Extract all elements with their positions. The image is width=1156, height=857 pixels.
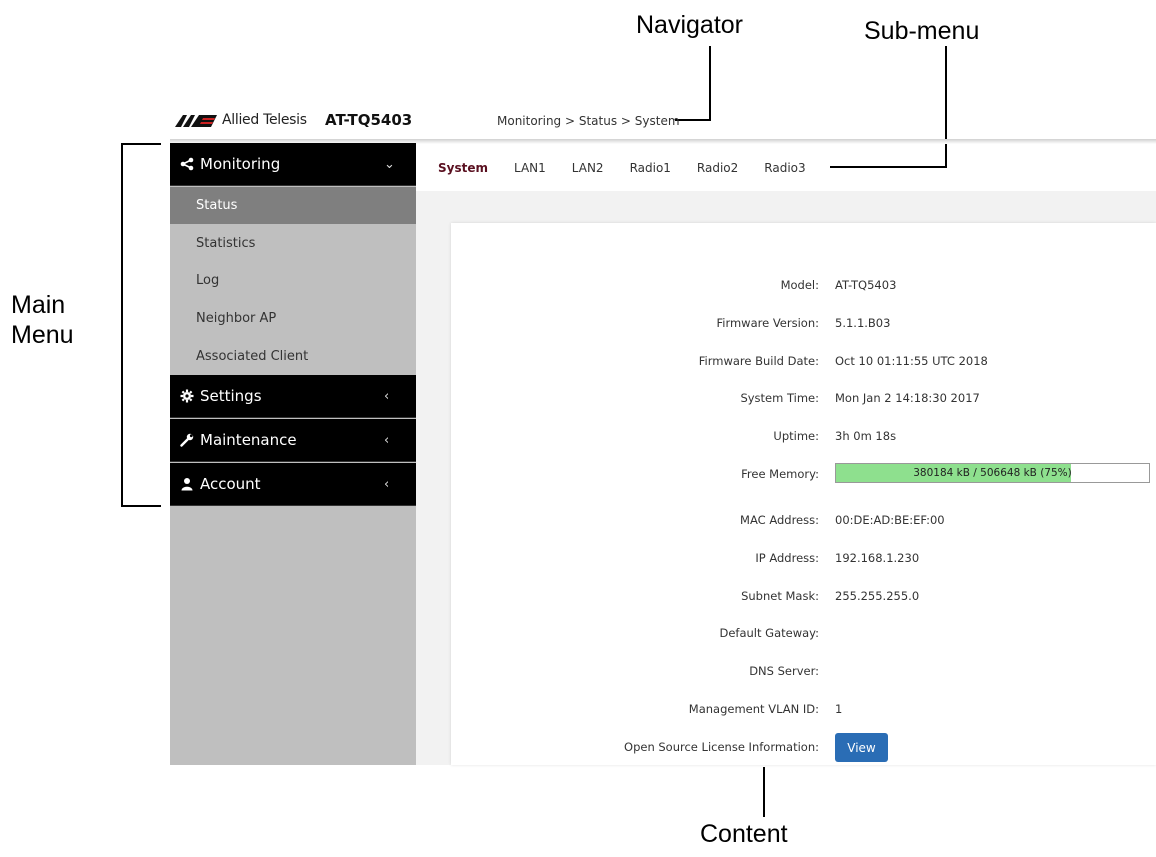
main-menu-callout-line2: Menu <box>11 321 74 349</box>
navigator-callout-line-h <box>675 119 711 121</box>
sidebar-item-status[interactable]: Status <box>170 187 416 224</box>
menu-settings[interactable]: Settings ‹ <box>170 375 416 418</box>
sub-menu-tabs: System LAN1 LAN2 Radio1 Radio2 Radio3 <box>438 161 832 175</box>
brand-name: Allied Telesis <box>222 112 307 128</box>
navigator-callout: Navigator <box>636 11 743 39</box>
menu-account-label: Account <box>200 475 261 493</box>
submenu-callout: Sub-menu <box>864 17 980 45</box>
management-vlan-value: 1 <box>835 702 843 716</box>
content-callout-line <box>763 767 765 817</box>
menu-account[interactable]: Account ‹ <box>170 463 416 506</box>
user-icon <box>180 477 194 491</box>
chevron-down-icon: ⌄ <box>384 156 395 172</box>
breadcrumb: Monitoring > Status > System <box>497 114 680 128</box>
tab-system[interactable]: System <box>438 161 488 175</box>
menu-maintenance-label: Maintenance <box>200 431 297 449</box>
uptime-label: Uptime: <box>773 429 819 443</box>
allied-telesis-logo: Allied Telesis <box>173 109 307 131</box>
menu-monitoring[interactable]: Monitoring ⌄ <box>170 143 416 186</box>
main-menu-bracket-top <box>121 143 161 145</box>
firmware-build-date-label: Firmware Build Date: <box>698 354 819 368</box>
device-model-title: AT-TQ5403 <box>325 111 413 129</box>
chevron-left-icon: ‹ <box>384 476 390 492</box>
submenu-callout-line-h <box>830 166 947 168</box>
sidebar-item-log[interactable]: Log <box>170 262 416 299</box>
ip-address-value: 192.168.1.230 <box>835 551 920 565</box>
main-menu-callout-line1: Main <box>11 291 66 319</box>
tab-lan2[interactable]: LAN2 <box>572 161 604 175</box>
gear-icon <box>180 389 194 403</box>
sidebar-item-associated-client[interactable]: Associated Client <box>170 338 416 375</box>
open-source-license-label: Open Source License Information: <box>624 740 819 754</box>
menu-monitoring-label: Monitoring <box>200 155 281 173</box>
model-value: AT-TQ5403 <box>835 278 897 292</box>
main-menu-callout: Main Menu <box>11 290 74 350</box>
dns-server-label: DNS Server: <box>749 664 819 678</box>
submenu-callout-line <box>945 46 947 168</box>
wrench-icon <box>180 433 194 447</box>
firmware-version-value: 5.1.1.B03 <box>835 316 891 330</box>
mac-address-value: 00:DE:AD:BE:EF:00 <box>835 513 945 527</box>
sidebar-item-statistics[interactable]: Statistics <box>170 225 416 262</box>
chevron-left-icon: ‹ <box>384 388 390 404</box>
firmware-build-date-value: Oct 10 01:11:55 UTC 2018 <box>835 354 988 368</box>
model-label: Model: <box>780 278 819 292</box>
main-menu-sidebar: Monitoring ⌄ Status Statistics Log Neigh… <box>170 143 416 765</box>
content-callout: Content <box>700 820 788 848</box>
free-memory-label: Free Memory: <box>741 467 819 481</box>
menu-settings-label: Settings <box>200 387 262 405</box>
allied-telesis-logo-icon <box>175 115 217 127</box>
free-memory-bar: 380184 kB / 506648 kB (75%) <box>835 463 1150 483</box>
firmware-version-label: Firmware Version: <box>716 316 819 330</box>
share-icon <box>180 157 194 171</box>
system-time-value: Mon Jan 2 14:18:30 2017 <box>835 391 980 405</box>
tab-radio3[interactable]: Radio3 <box>764 161 805 175</box>
subnet-mask-label: Subnet Mask: <box>741 589 819 603</box>
tab-lan1[interactable]: LAN1 <box>514 161 546 175</box>
mac-address-label: MAC Address: <box>740 513 819 527</box>
view-license-button[interactable]: View <box>835 733 888 762</box>
system-time-label: System Time: <box>740 391 819 405</box>
subnet-mask-value: 255.255.255.0 <box>835 589 920 603</box>
tab-radio1[interactable]: Radio1 <box>630 161 671 175</box>
ip-address-label: IP Address: <box>755 551 819 565</box>
chevron-left-icon: ‹ <box>384 432 390 448</box>
main-menu-bracket-bottom <box>121 505 161 507</box>
default-gateway-label: Default Gateway: <box>719 626 819 640</box>
sidebar-item-neighbor-ap[interactable]: Neighbor AP <box>170 300 416 337</box>
free-memory-value: 380184 kB / 506648 kB (75%) <box>913 467 1072 479</box>
management-vlan-label: Management VLAN ID: <box>688 702 819 716</box>
navigator-callout-line <box>709 46 711 121</box>
system-info-panel <box>451 223 1156 765</box>
main-menu-bracket <box>121 143 123 506</box>
menu-maintenance[interactable]: Maintenance ‹ <box>170 419 416 462</box>
tab-radio2[interactable]: Radio2 <box>697 161 738 175</box>
uptime-value: 3h 0m 18s <box>835 429 897 443</box>
